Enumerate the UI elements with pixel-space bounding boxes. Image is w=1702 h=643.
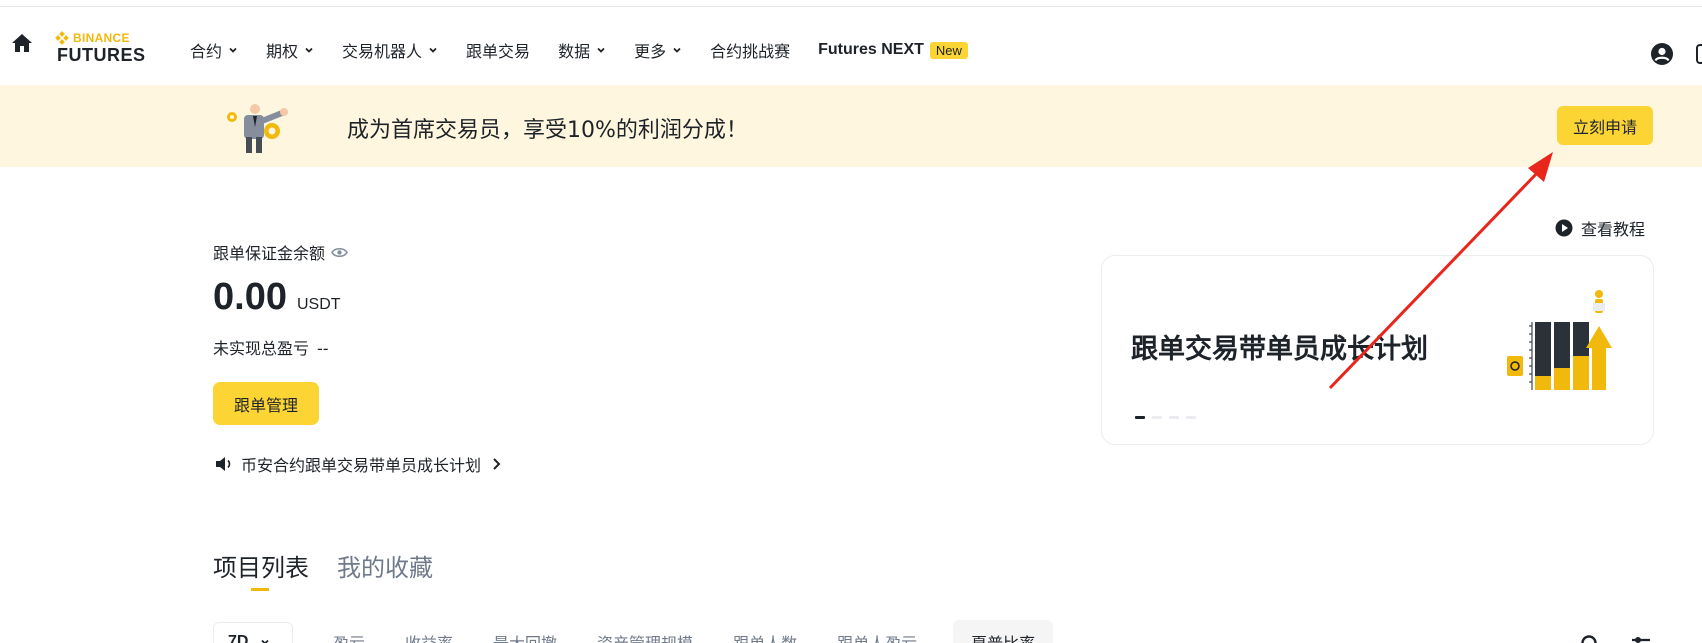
filter-settings-icon[interactable] <box>1630 634 1652 643</box>
nav-item-data[interactable]: 数据 <box>558 38 606 62</box>
carousel-dot[interactable] <box>1135 416 1145 419</box>
top-navbar: BINANCE FUTURES 合约 期权 交易机器人 跟单交易 数据 更多 合… <box>0 7 1702 79</box>
nav-item-label: 交易机器人 <box>342 42 423 61</box>
chevron-right-icon <box>493 458 501 470</box>
nav-item-challenge[interactable]: 合约挑战赛 <box>710 38 790 62</box>
nav-item-label: 合约挑战赛 <box>710 42 791 61</box>
pnl-value: -- <box>317 339 329 358</box>
carousel-dot[interactable] <box>1152 416 1162 419</box>
period-select[interactable]: 7D <box>213 622 293 643</box>
nav-item-trading-bots[interactable]: 交易机器人 <box>342 38 438 62</box>
sort-option-copiers[interactable]: 跟单人数 <box>733 630 797 643</box>
sort-option-max-drawdown[interactable]: 最大回撤 <box>493 630 557 643</box>
tab-favorites[interactable]: 我的收藏 <box>337 548 433 583</box>
nav-item-label: 期权 <box>266 42 299 61</box>
unrealized-pnl: 未实现总盈亏 -- <box>213 335 329 359</box>
chevron-down-icon <box>305 47 313 53</box>
banner-headline: 成为首席交易员，享受10%的利润分成！ <box>347 118 748 143</box>
chevron-down-icon <box>673 47 681 53</box>
balance-label-text: 跟单保证金余额 <box>213 244 326 263</box>
pnl-label: 未实现总盈亏 <box>213 339 310 358</box>
balance-value: 0.00 <box>213 276 287 318</box>
apply-now-button[interactable]: 立刻申请 <box>1557 106 1653 145</box>
logo-product-text: FUTURES <box>57 45 146 65</box>
promo-carousel-card[interactable]: 跟单交易带单员成长计划 <box>1101 255 1654 445</box>
nav-item-label: 更多 <box>634 42 667 61</box>
nav-item-futures-next[interactable]: Futures NEXT New <box>818 41 968 59</box>
period-value: 7D <box>228 633 249 643</box>
new-badge: New <box>929 41 968 59</box>
carousel-dot[interactable] <box>1169 416 1179 419</box>
growth-chart-illustration-icon <box>1507 290 1612 390</box>
eye-icon[interactable] <box>331 247 348 258</box>
chevron-down-icon <box>261 639 270 643</box>
balance-amount: 0.00 USDT <box>213 276 341 319</box>
sort-option-pnl[interactable]: 盈亏 <box>333 630 365 643</box>
carousel-dot[interactable] <box>1186 416 1196 419</box>
nav-menu: 合约 期权 交易机器人 跟单交易 数据 更多 合约挑战赛 Futures NEX… <box>190 35 996 65</box>
nav-item-copy-trading[interactable]: 跟单交易 <box>466 38 530 62</box>
wallet-icon[interactable] <box>1696 44 1702 64</box>
search-icon[interactable] <box>1580 634 1602 643</box>
carousel-dots <box>1135 416 1203 419</box>
tab-project-list[interactable]: 项目列表 <box>213 548 309 591</box>
announcement-text: 币安合约跟单交易带单员成长计划 <box>241 456 482 475</box>
sort-filter-row: 7D 盈亏 收益率 最大回撤 资产管理规模 跟单人数 跟单人盈亏 夏普比率 <box>213 620 1054 643</box>
nav-item-label: Futures NEXT <box>818 41 924 58</box>
nav-item-contract[interactable]: 合约 <box>190 38 238 62</box>
tab-label: 我的收藏 <box>337 554 433 582</box>
balance-unit: USDT <box>296 296 341 313</box>
sort-option-aum[interactable]: 资产管理规模 <box>597 630 693 643</box>
trader-illustration-icon <box>227 104 288 153</box>
announcement-link[interactable]: 币安合约跟单交易带单员成长计划 <box>215 452 501 476</box>
tutorial-label: 查看教程 <box>1581 220 1646 239</box>
play-circle-icon <box>1555 219 1573 237</box>
sort-option-copier-pnl[interactable]: 跟单人盈亏 <box>837 630 917 643</box>
binance-diamond-icon <box>55 31 69 45</box>
speaker-icon <box>216 457 231 471</box>
nav-item-label: 合约 <box>190 42 223 61</box>
sort-option-roi[interactable]: 收益率 <box>405 630 453 643</box>
sort-option-sharpe[interactable]: 夏普比率 <box>953 620 1054 643</box>
binance-futures-logo[interactable]: BINANCE FUTURES <box>55 31 167 67</box>
chevron-down-icon <box>429 47 437 53</box>
nav-item-label: 数据 <box>558 42 591 61</box>
active-tab-indicator <box>251 588 269 591</box>
project-tabs: 项目列表 我的收藏 <box>213 548 461 591</box>
nav-item-more[interactable]: 更多 <box>634 38 682 62</box>
home-icon[interactable] <box>11 33 33 53</box>
copy-margin-balance-label: 跟单保证金余额 <box>213 240 348 264</box>
lead-trader-banner: 成为首席交易员，享受10%的利润分成！ 立刻申请 <box>0 85 1702 167</box>
chevron-down-icon <box>597 47 605 53</box>
promo-title: 跟单交易带单员成长计划 <box>1131 334 1428 365</box>
nav-item-label: 跟单交易 <box>466 42 531 61</box>
copy-management-button[interactable]: 跟单管理 <box>213 382 319 425</box>
nav-item-options[interactable]: 期权 <box>266 38 314 62</box>
logo-brand-text: BINANCE <box>73 31 130 45</box>
chevron-down-icon <box>229 47 237 53</box>
view-tutorial-link[interactable]: 查看教程 <box>1555 216 1645 240</box>
user-account-icon[interactable] <box>1650 42 1674 66</box>
tab-label: 项目列表 <box>213 554 309 582</box>
